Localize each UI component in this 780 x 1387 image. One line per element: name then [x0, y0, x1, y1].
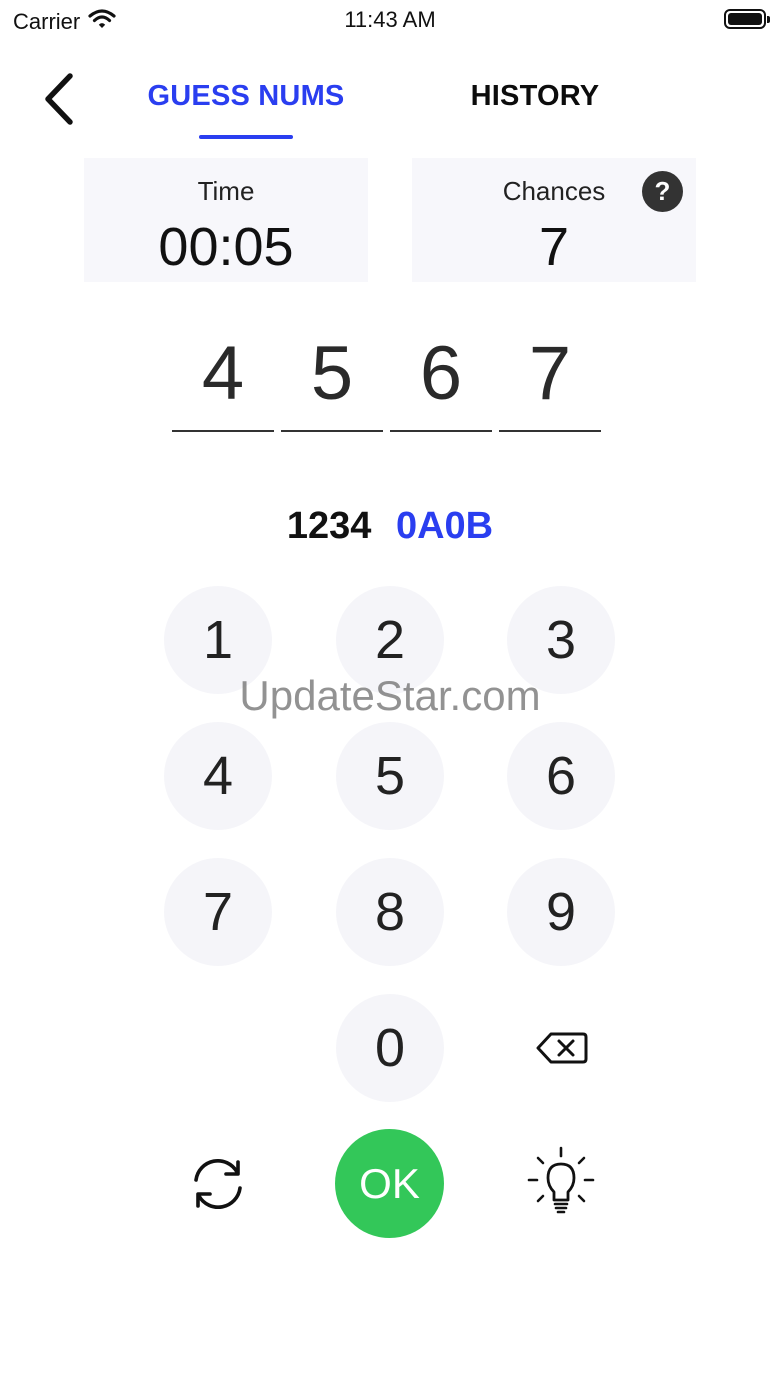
key-5[interactable]: 5: [336, 722, 444, 830]
status-time: 11:43 AM: [344, 7, 436, 32]
lightbulb-icon: [527, 1146, 595, 1214]
key-7[interactable]: 7: [164, 858, 272, 966]
chevron-left-icon: [45, 73, 73, 125]
backspace-icon: [536, 1032, 588, 1064]
refresh-icon: [194, 1159, 242, 1209]
chances-value: 7: [538, 217, 570, 277]
key-0[interactable]: 0: [336, 994, 444, 1102]
time-card: Time 00:05: [84, 158, 368, 282]
time-label: Time: [197, 176, 255, 206]
refresh-button[interactable]: [178, 1144, 258, 1224]
guess-digit-slot: 5: [281, 330, 383, 432]
time-value: 00:05: [158, 217, 294, 277]
key-4[interactable]: 4: [164, 722, 272, 830]
ok-button[interactable]: OK: [335, 1129, 444, 1238]
key-9[interactable]: 9: [507, 858, 615, 966]
active-tab-indicator: [199, 135, 293, 139]
guess-digit-slot: 4: [172, 330, 274, 432]
status-bar: Carrier 11:43 AM: [0, 0, 780, 40]
last-guess-result: 1234 0A0B: [0, 505, 780, 548]
result-guess-number: 1234: [286, 505, 372, 547]
chances-card: Chances 7 ?: [412, 158, 696, 282]
key-2[interactable]: 2: [336, 586, 444, 694]
question-circle-icon[interactable]: ?: [642, 171, 683, 212]
tab-guess-nums[interactable]: GUESS NUMS: [138, 80, 354, 113]
backspace-button[interactable]: [507, 994, 615, 1102]
battery-icon: [724, 9, 770, 29]
guess-digit-slot: 7: [499, 330, 601, 432]
key-6[interactable]: 6: [507, 722, 615, 830]
guess-digit-slot: 6: [390, 330, 492, 432]
key-3[interactable]: 3: [507, 586, 615, 694]
battery-level: [728, 13, 762, 25]
result-score: 0A0B: [395, 505, 494, 547]
key-1[interactable]: 1: [164, 586, 272, 694]
key-8[interactable]: 8: [336, 858, 444, 966]
tab-history[interactable]: HISTORY: [460, 80, 610, 113]
hint-button[interactable]: [521, 1142, 601, 1222]
back-button[interactable]: [38, 70, 82, 128]
